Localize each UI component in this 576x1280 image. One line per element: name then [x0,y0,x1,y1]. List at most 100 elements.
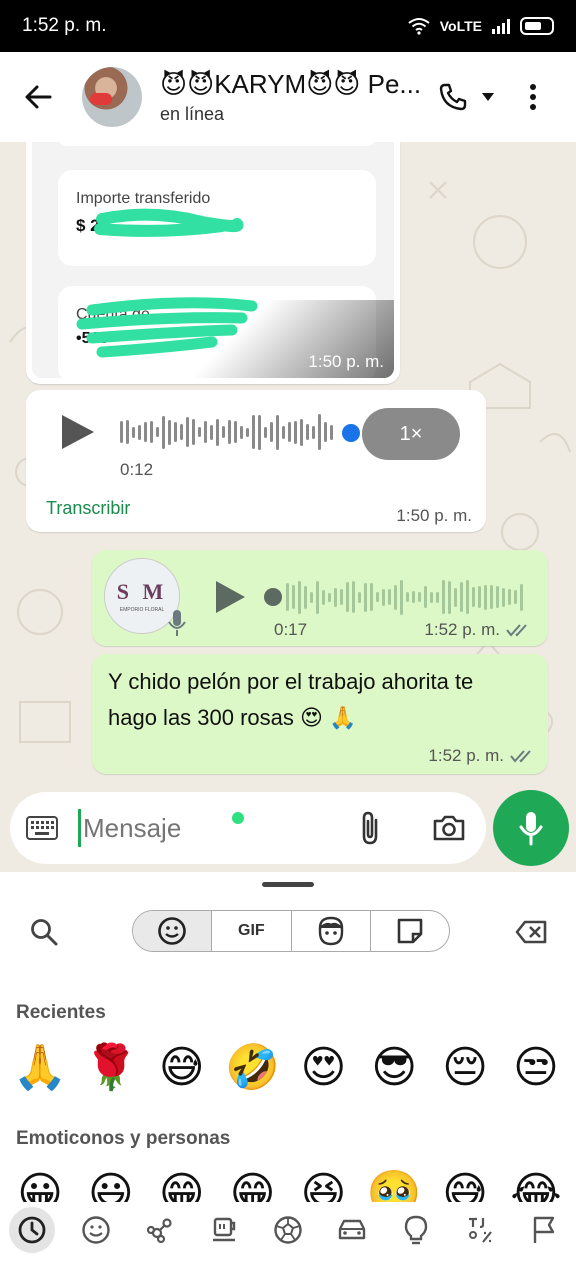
message-input[interactable] [83,812,283,844]
contact-info[interactable]: 😈😈KARYM😈😈 Pe... en línea [160,69,432,125]
contact-avatar[interactable] [82,67,142,127]
emoji-search-button[interactable] [24,912,64,952]
attach-button[interactable] [348,806,392,850]
category-recent[interactable] [9,1207,55,1253]
waveform-bar [304,585,307,609]
status-dot [232,812,244,824]
emoji-key[interactable]: 🥹 [362,1166,426,1202]
audio-waveform[interactable] [120,412,333,452]
waveform-bar [334,587,337,607]
emoji-key[interactable]: 😃 [79,1166,143,1202]
play-icon [216,581,245,613]
waveform-bar [240,425,243,439]
waveform-bar [300,418,303,446]
audio-waveform[interactable] [286,578,523,616]
category-activities[interactable] [265,1207,311,1253]
tab-gif-label: GIF [238,922,265,939]
emoji-key[interactable]: 😍 [291,1040,355,1096]
emoji-key[interactable]: 😂 [504,1166,568,1202]
smiley-icon [82,1216,110,1244]
back-button[interactable] [8,67,68,127]
category-smileys[interactable] [73,1207,119,1253]
audio-progress-dot[interactable] [342,424,360,442]
waveform-bar [292,585,295,609]
audio-progress-dot[interactable] [264,588,282,606]
panel-drag-handle[interactable] [262,882,314,887]
playback-speed-button[interactable]: 1× [362,408,460,460]
emoji-key[interactable]: 😅 [150,1040,214,1096]
emoji-key[interactable]: 😆 [291,1166,355,1202]
call-button[interactable] [432,67,474,127]
category-symbols[interactable] [457,1207,503,1253]
network-label: VoLTE [439,18,482,34]
play-button[interactable] [58,412,98,452]
emoji-key[interactable]: 😅 [433,1166,497,1202]
message-time: 1:50 p. m. [308,352,384,371]
call-options-button[interactable] [474,67,502,127]
emoji-key[interactable]: 😔 [433,1040,497,1096]
waveform-bar [394,584,397,610]
backspace-button[interactable] [508,912,554,952]
emoji-key[interactable]: 🙏 [8,1040,72,1096]
category-travel[interactable] [329,1207,375,1253]
emoji-key[interactable]: 😁 [221,1166,285,1202]
waveform-bar [418,592,421,602]
emoji-key[interactable]: 😀 [8,1166,72,1202]
waveform-bar [430,591,433,603]
avatar-icon [318,916,343,946]
emoji-key[interactable]: 🤣 [221,1040,285,1096]
waveform-bar [180,424,183,440]
wifi-icon [408,18,430,35]
tab-gif[interactable]: GIF [212,911,292,951]
waveform-bar [358,591,361,603]
waveform-bar [298,580,301,614]
waveform-bar [318,414,321,450]
emoji-key[interactable]: 🌹 [79,1040,143,1096]
category-flags[interactable] [521,1207,567,1253]
waveform-bar [324,422,327,442]
waveform-bar [406,592,409,602]
waveform-bar [270,422,273,442]
voice-record-button[interactable] [493,790,569,866]
category-objects[interactable] [393,1207,439,1253]
audio-duration: 0:12 [120,460,154,479]
status-bar: 1:52 p. m. VoLTE [0,0,576,52]
category-nature[interactable] [137,1207,183,1253]
keyboard-toggle-button[interactable] [10,792,74,864]
coffee-icon [213,1217,236,1242]
emoji-key[interactable]: 😎 [362,1040,426,1096]
play-button[interactable] [214,580,246,614]
more-vertical-icon [530,84,536,110]
emoji-key[interactable]: 😁 [150,1166,214,1202]
tab-stickers[interactable] [371,911,449,951]
waveform-bar [316,580,319,614]
soccer-ball-icon [274,1216,302,1244]
audio-duration: 0:17 [274,620,308,639]
emoji-panel: GIF Recientes 🙏 🌹 😅 🤣 😍 😎 😔 😒 Emoticonos y pers… [0,872,576,1280]
symbols-icon [469,1217,492,1243]
image-message[interactable]: Importe transferido $ 2, Cuenta de •518 … [26,142,400,384]
waveform-bar [370,583,373,611]
chat-area[interactable]: Importe transferido $ 2, Cuenta de •518 … [0,142,576,872]
receipt-card-amount: Importe transferido $ 2, [58,170,376,266]
double-check-icon [510,750,531,763]
waveform-bar [364,582,367,612]
waveform-bar [340,589,343,605]
section-label-recent: Recientes [16,1002,106,1023]
redaction-scribble [94,208,244,237]
tab-emoji[interactable] [133,911,213,951]
transcribe-link[interactable]: Transcribir [46,498,130,519]
emoji-key[interactable]: 😒 [504,1040,568,1096]
waveform-bar [382,588,385,606]
emoji-row-people: 😀 😃 😁 😁 😆 🥹 😅 😂 [8,1166,568,1202]
phone-icon [439,83,467,111]
camera-button[interactable] [426,806,472,850]
waveform-bar [306,424,309,440]
category-food[interactable] [201,1207,247,1253]
double-check-icon [506,624,527,637]
waveform-bar [286,583,289,611]
menu-button[interactable] [512,67,554,127]
tab-avatar[interactable] [292,911,371,951]
lightbulb-icon [404,1215,428,1245]
text-message-outgoing[interactable]: Y chido pelón por el trabajo ahorita te … [92,654,548,774]
